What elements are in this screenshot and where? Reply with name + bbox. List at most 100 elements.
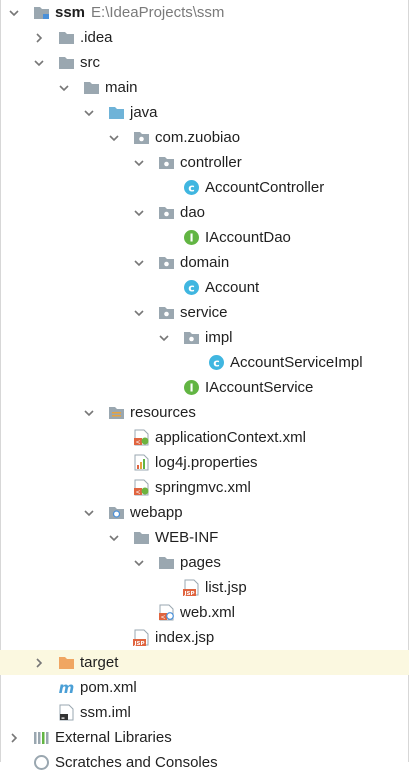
chevron-down-icon[interactable] [106,125,122,150]
chevron-down-icon[interactable] [131,550,147,575]
svg-text:<: < [135,439,140,446]
tree-node-dao[interactable]: dao [0,200,409,225]
maven-icon: m [58,679,75,696]
chevron-right-icon[interactable] [31,650,47,675]
node-label: AccountController [205,179,325,196]
tree-node-java[interactable]: java [0,100,409,125]
tree-node-service[interactable]: service [0,300,409,325]
node-label: resources [130,404,196,421]
tree-node-external-libraries[interactable]: External Libraries [0,725,409,750]
chevron-down-icon[interactable] [81,500,97,525]
node-label: IAccountService [205,379,314,396]
node-label: list.jsp [205,579,247,596]
chevron-down-icon[interactable] [81,400,97,425]
tree-node-controller[interactable]: controller [0,150,409,175]
node-label: webapp [130,504,183,521]
jsp-file-icon: JSP [133,629,150,646]
package-icon [158,304,175,321]
node-label: IAccountDao [205,229,291,246]
tree-node-idea[interactable]: .idea [0,25,409,50]
package-icon [158,254,175,271]
interface-icon: I [183,229,200,246]
node-label: springmvc.xml [155,479,251,496]
folder-icon [158,554,175,571]
tree-node-src[interactable]: src [0,50,409,75]
svg-text:<: < [160,614,165,621]
tree-node-pom[interactable]: m pom.xml [0,675,409,700]
svg-text:<: < [135,489,140,496]
svg-text:m: m [59,679,75,696]
node-label: domain [180,254,230,271]
node-label: com.zuobiao [155,129,241,146]
svg-text:JSP: JSP [183,591,194,596]
project-path: E:\IdeaProjects\ssm [91,4,225,21]
properties-file-icon [133,454,150,471]
node-label: controller [180,154,242,171]
chevron-down-icon[interactable] [81,100,97,125]
node-label: web.xml [180,604,236,621]
node-label: service [180,304,228,321]
tree-node-web-inf[interactable]: WEB-INF [0,525,409,550]
tree-node-account-controller[interactable]: c AccountController [0,175,409,200]
chevron-down-icon[interactable] [31,50,47,75]
chevron-down-icon[interactable] [131,300,147,325]
tree-node-pages[interactable]: pages [0,550,409,575]
tree-node-list-jsp[interactable]: JSP list.jsp [0,575,409,600]
tree-node-iaccount-service[interactable]: I IAccountService [0,375,409,400]
node-label: target [80,654,119,671]
web-xml-icon: < [158,604,175,621]
web-folder-icon [108,504,125,521]
tree-node-target[interactable]: target [0,650,409,675]
tree-node-web-xml[interactable]: < web.xml [0,600,409,625]
folder-icon [133,529,150,546]
tree-node-main[interactable]: main [0,75,409,100]
node-label: dao [180,204,206,221]
class-icon: c [183,179,200,196]
chevron-right-icon[interactable] [31,25,47,50]
node-label: External Libraries [55,729,172,746]
chevron-down-icon[interactable] [131,200,147,225]
scratches-icon [33,754,50,771]
tree-node-package[interactable]: com.zuobiao [0,125,409,150]
tree-node-account-service-impl[interactable]: c AccountServiceImpl [0,350,409,375]
chevron-down-icon[interactable] [6,0,22,25]
libraries-icon [33,729,50,746]
tree-node-application-context[interactable]: < applicationContext.xml [0,425,409,450]
tree-node-webapp[interactable]: webapp [0,500,409,525]
node-label: ssm.iml [80,704,131,721]
resources-folder-icon [108,404,125,421]
package-icon [158,154,175,171]
chevron-down-icon[interactable] [106,525,122,550]
node-label: pages [180,554,221,571]
svg-text:c: c [213,357,220,370]
tree-node-impl[interactable]: impl [0,325,409,350]
tree-node-domain[interactable]: domain [0,250,409,275]
tree-node-scratches[interactable]: Scratches and Consoles [0,750,409,775]
tree-node-account[interactable]: c Account [0,275,409,300]
svg-text:c: c [188,282,195,295]
package-icon [133,129,150,146]
node-label: log4j.properties [155,454,258,471]
interface-icon: I [183,379,200,396]
chevron-down-icon[interactable] [56,75,72,100]
jsp-file-icon: JSP [183,579,200,596]
excluded-folder-icon [58,654,75,671]
tree-node-resources[interactable]: resources [0,400,409,425]
tree-node-iaccount-dao[interactable]: I IAccountDao [0,225,409,250]
svg-text:I: I [189,382,193,395]
chevron-down-icon[interactable] [156,325,172,350]
chevron-right-icon[interactable] [6,725,22,750]
tree-node-ssm[interactable]: ssm E:\IdeaProjects\ssm [0,0,409,25]
chevron-down-icon[interactable] [131,150,147,175]
tree-node-springmvc[interactable]: < springmvc.xml [0,475,409,500]
node-label: main [105,79,138,96]
node-label: Account [205,279,260,296]
tree-node-ssm-iml[interactable]: ssm.iml [0,700,409,725]
chevron-down-icon[interactable] [131,250,147,275]
iml-file-icon [58,704,75,721]
tree-node-index-jsp[interactable]: JSP index.jsp [0,625,409,650]
module-folder-icon [33,4,50,21]
tree-node-log4j[interactable]: log4j.properties [0,450,409,475]
node-label: pom.xml [80,679,137,696]
node-label: java [130,104,158,121]
